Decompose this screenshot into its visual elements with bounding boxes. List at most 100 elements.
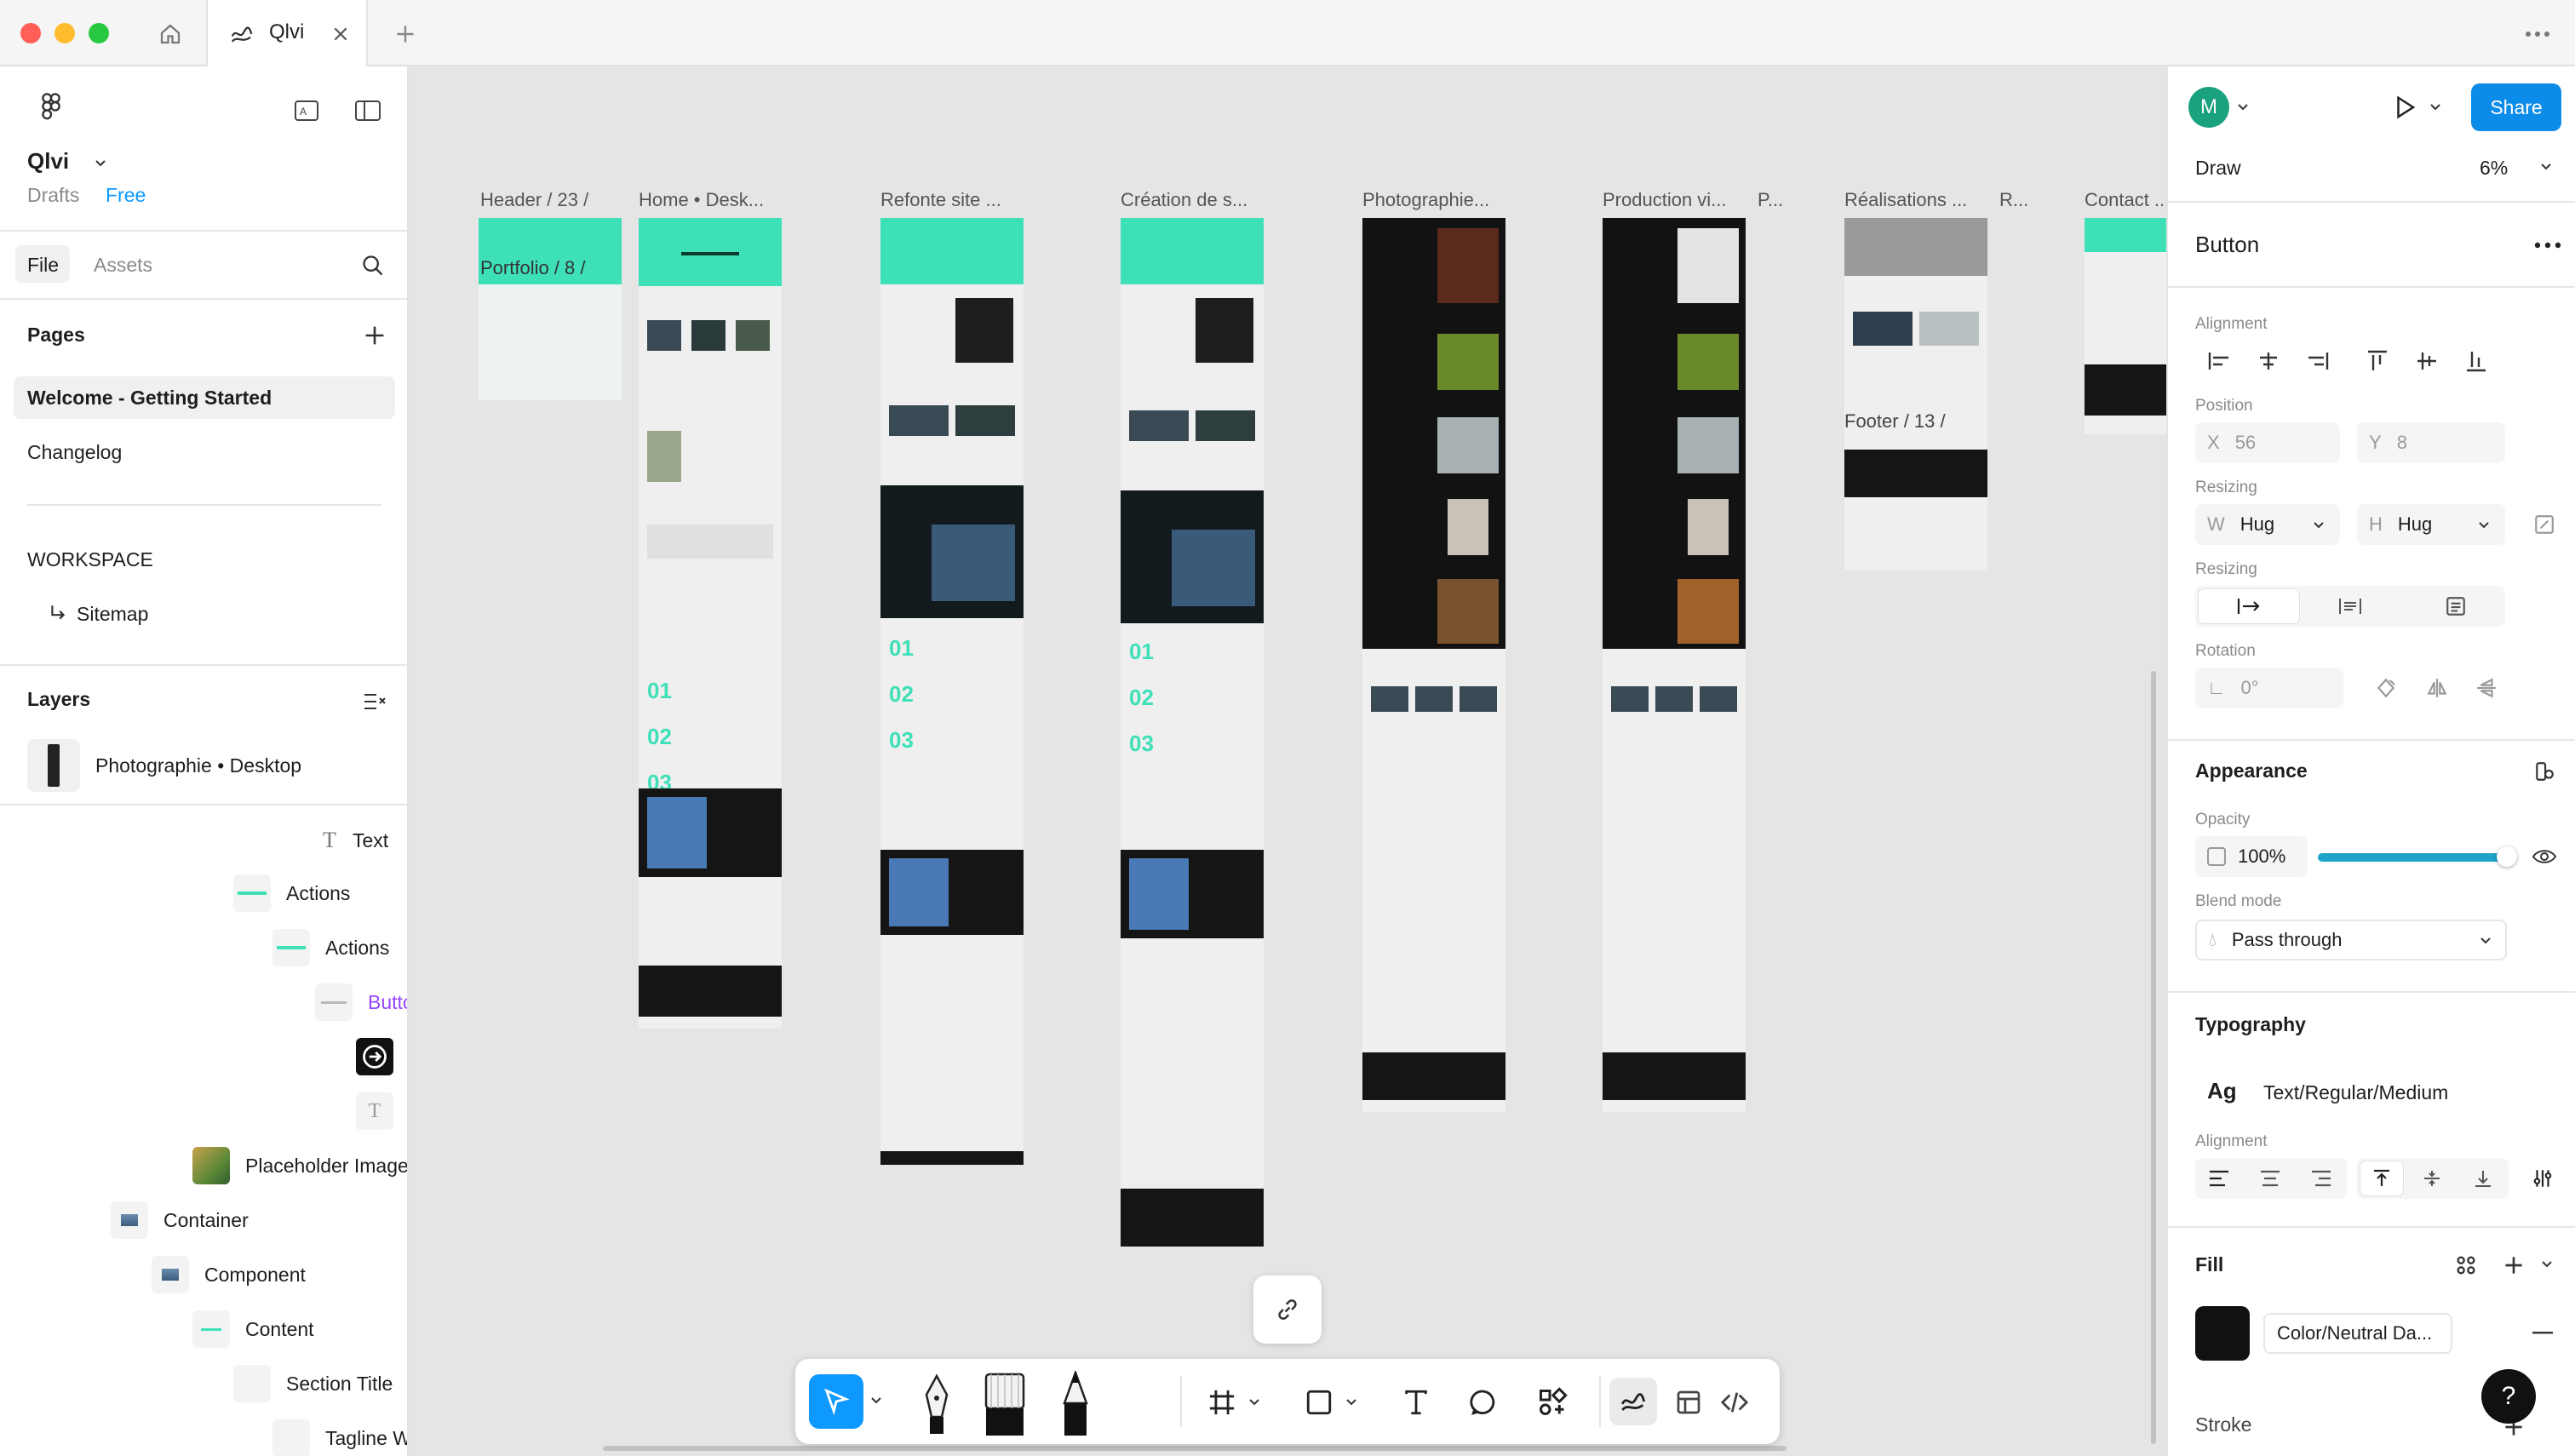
rotate-icon[interactable]	[2369, 671, 2403, 705]
file-location[interactable]: Drafts	[27, 184, 79, 207]
fill-style-name[interactable]: Color/Neutral Da...	[2263, 1313, 2452, 1354]
tab-assets[interactable]: Assets	[94, 254, 152, 277]
frame-creation[interactable]: 01 02 03	[1121, 218, 1264, 1247]
chevron-down-icon[interactable]	[2476, 931, 2495, 950]
styles-grid-icon[interactable]	[2449, 1248, 2483, 1282]
help-button[interactable]: ?	[2481, 1369, 2536, 1424]
layer-section-title[interactable]: Section Title	[233, 1359, 393, 1408]
fixed-width-icon[interactable]	[2333, 589, 2367, 623]
variable-mode-icon[interactable]	[2527, 754, 2561, 788]
frame-label-photographie[interactable]: Photographie...	[1362, 189, 1489, 211]
chevron-down-icon[interactable]	[2538, 1255, 2556, 1274]
layer-actions-nested[interactable]: Actions	[272, 923, 389, 972]
layer-text[interactable]: T Text	[317, 816, 388, 865]
text-align-top-icon[interactable]	[2365, 1161, 2399, 1195]
chevron-down-icon[interactable]	[2536, 157, 2556, 177]
avatar[interactable]: M	[2188, 87, 2229, 128]
chevron-down-icon[interactable]	[865, 1390, 887, 1412]
chevron-down-icon[interactable]	[2233, 97, 2253, 118]
layer-tagline[interactable]: Tagline W	[272, 1413, 407, 1456]
frame-label-p[interactable]: P...	[1758, 189, 1783, 211]
frame-photographie[interactable]	[1362, 218, 1505, 1112]
text-style-icon[interactable]: A	[288, 92, 325, 129]
layer-actions[interactable]: Actions	[233, 868, 350, 918]
text-align-right-icon[interactable]	[2304, 1161, 2338, 1195]
flip-vertical-icon[interactable]	[2469, 671, 2503, 705]
workspace-item-sitemap[interactable]: Sitemap	[77, 603, 148, 626]
page-item-changelog[interactable]: Changelog	[27, 441, 122, 464]
toggle-sidebar-icon[interactable]	[349, 92, 387, 129]
home-icon[interactable]	[153, 17, 187, 51]
typography-style[interactable]: Text/Regular/Medium	[2263, 1081, 2448, 1104]
align-bottom-icon[interactable]	[2459, 344, 2493, 378]
frame-contact[interactable]	[2085, 218, 2166, 434]
collapse-layers-icon[interactable]	[358, 685, 392, 719]
add-fill-icon[interactable]	[2497, 1248, 2531, 1282]
marker-tool-button[interactable]	[979, 1367, 1030, 1436]
frame-label-production[interactable]: Production vi...	[1603, 189, 1727, 211]
chevron-down-icon[interactable]	[89, 152, 112, 175]
search-icon[interactable]	[356, 249, 390, 283]
resources-tool-icon[interactable]	[1531, 1381, 1574, 1424]
selection-name[interactable]: Button	[2195, 232, 2259, 258]
close-window-button[interactable]	[20, 23, 41, 43]
align-center-h-icon[interactable]	[2251, 344, 2285, 378]
text-align-bottom-icon[interactable]	[2466, 1161, 2500, 1195]
zoom-level[interactable]: 6%	[2480, 157, 2508, 180]
text-align-center-icon[interactable]	[2253, 1161, 2287, 1195]
layer-component[interactable]: Component	[152, 1250, 306, 1299]
x-input[interactable]: X 56	[2195, 422, 2340, 463]
chevron-down-icon[interactable]	[2475, 516, 2493, 535]
more-options-icon[interactable]	[2529, 228, 2566, 262]
pen-tool-button[interactable]	[915, 1373, 959, 1434]
horizontal-scrollbar[interactable]	[603, 1446, 1786, 1451]
opacity-slider-track[interactable]	[2318, 853, 2507, 862]
file-name[interactable]: Qlvi	[27, 148, 69, 175]
layer-container[interactable]: Container	[111, 1195, 249, 1245]
text-align-middle-icon[interactable]	[2415, 1161, 2449, 1195]
frame-home[interactable]: 01 02 03	[639, 218, 782, 1029]
frame-header[interactable]	[479, 218, 622, 400]
align-center-v-icon[interactable]	[2410, 344, 2444, 378]
page-item-welcome[interactable]: Welcome - Getting Started	[27, 387, 272, 410]
add-page-icon[interactable]	[358, 318, 392, 353]
frame-production[interactable]	[1603, 218, 1746, 1112]
eye-icon[interactable]	[2527, 840, 2561, 874]
rotation-input[interactable]: ∟ 0°	[2195, 668, 2343, 708]
frame-label-footer[interactable]: Footer / 13 /	[1844, 410, 1946, 433]
align-top-icon[interactable]	[2360, 344, 2394, 378]
draw-mode-icon[interactable]	[1609, 1378, 1657, 1425]
layer-root[interactable]: Photographie • Desktop	[95, 754, 301, 777]
frame-label-refonte[interactable]: Refonte site ...	[880, 189, 1001, 211]
hug-contents-icon[interactable]	[2232, 589, 2266, 623]
move-tool-button[interactable]	[809, 1374, 863, 1429]
close-tab-icon[interactable]	[325, 19, 356, 49]
type-settings-icon[interactable]	[2526, 1161, 2560, 1195]
fill-color-swatch[interactable]	[2195, 1306, 2250, 1361]
design-mode-icon[interactable]	[1667, 1381, 1710, 1424]
plan-badge[interactable]: Free	[106, 184, 146, 207]
play-icon[interactable]	[2386, 89, 2423, 126]
frame-refonte[interactable]: 01 02 03	[880, 218, 1024, 1165]
layer-content[interactable]: Content	[192, 1304, 314, 1354]
rectangle-tool-icon[interactable]	[1298, 1381, 1340, 1424]
frame-label-contact[interactable]: Contact ...	[2085, 189, 2166, 211]
more-options-icon[interactable]	[2521, 17, 2555, 51]
comment-tool-icon[interactable]	[1463, 1381, 1505, 1424]
layer-placeholder-image[interactable]: Placeholder Image	[192, 1141, 407, 1190]
opacity-slider-thumb[interactable]	[2497, 846, 2517, 867]
frame-label-header[interactable]: Header / 23 /	[480, 189, 588, 211]
constrain-proportions-icon[interactable]	[2527, 507, 2561, 542]
main-menu-icon[interactable]	[26, 89, 77, 126]
document-tab[interactable]: Qlvi	[206, 0, 368, 68]
chevron-down-icon[interactable]	[2309, 516, 2328, 535]
layer-button[interactable]: Butto	[315, 977, 407, 1027]
frame-label-portfolio[interactable]: Portfolio / 8 /	[480, 257, 586, 279]
frame-tool-icon[interactable]	[1201, 1381, 1243, 1424]
frame-label-creation[interactable]: Création de s...	[1121, 189, 1247, 211]
remove-fill-icon[interactable]	[2526, 1316, 2560, 1350]
copy-link-button[interactable]	[1253, 1275, 1322, 1344]
align-left-icon[interactable]	[2202, 344, 2236, 378]
chevron-down-icon[interactable]	[2425, 97, 2446, 118]
fill-container-icon[interactable]	[2439, 589, 2473, 623]
